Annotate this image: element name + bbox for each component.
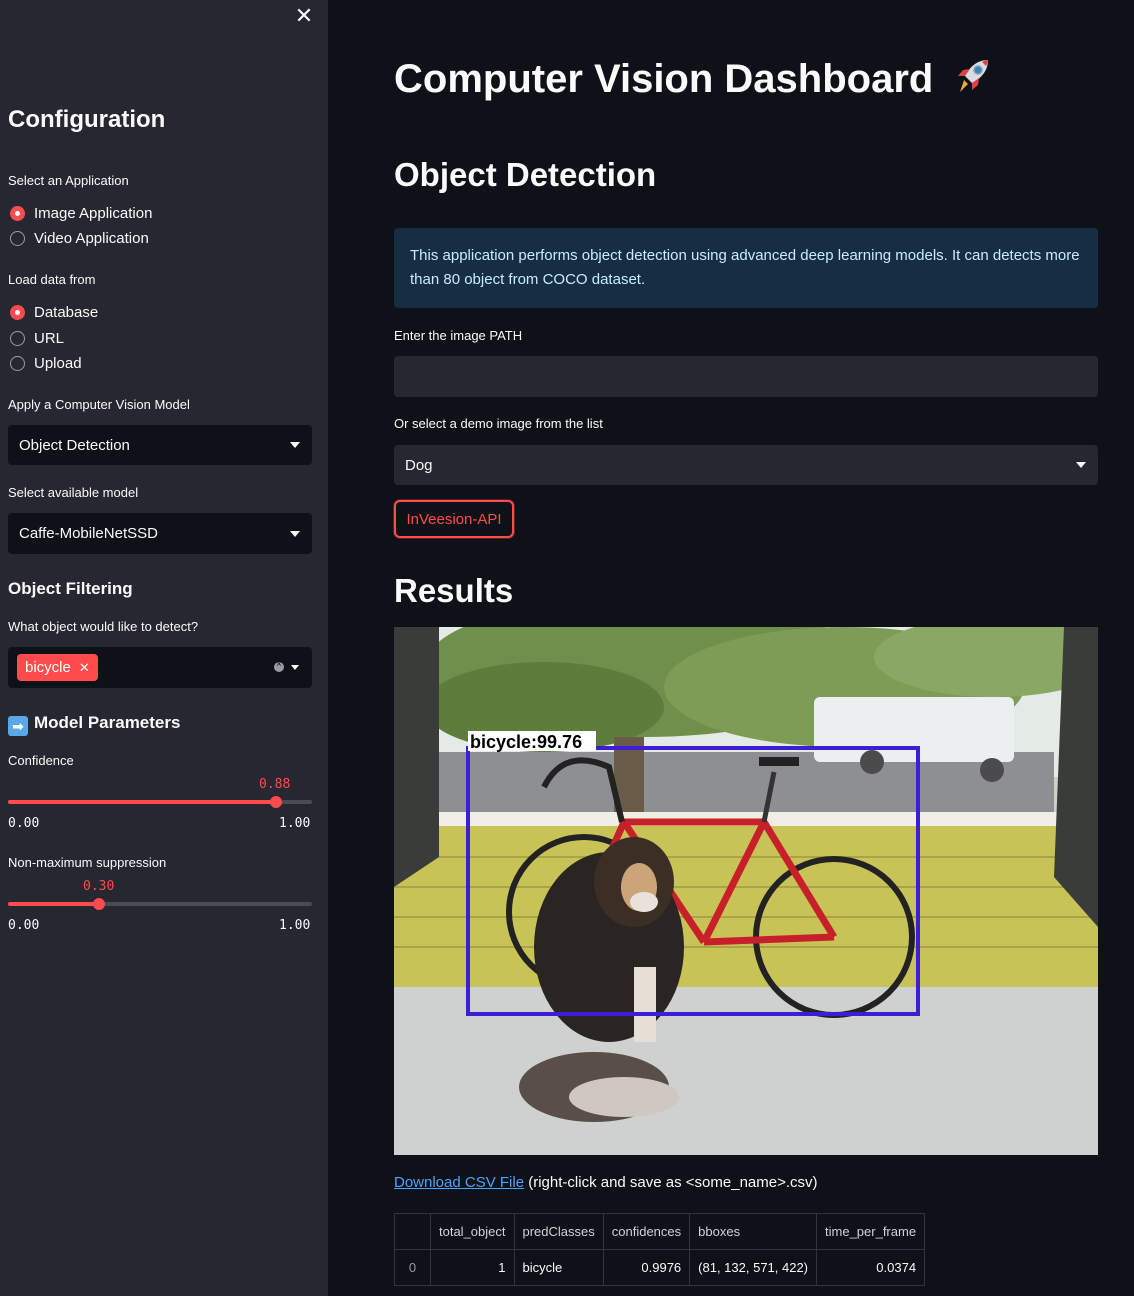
- nms-label: Non-maximum suppression: [8, 855, 167, 870]
- section-title: Object Detection: [394, 156, 657, 193]
- radio-label: URL: [34, 330, 65, 347]
- csv-download-line: Download CSV File (right-click and save …: [394, 1174, 818, 1191]
- select-value: Object Detection: [19, 436, 130, 454]
- arrow-right-icon: ➡: [8, 716, 28, 736]
- cell-bboxes: (81, 132, 571, 422): [689, 1249, 818, 1286]
- clear-all-icon[interactable]: [274, 659, 284, 672]
- chevron-down-icon: [1076, 462, 1086, 468]
- confidence-min: 0.00: [8, 816, 40, 831]
- cv-model-label: Apply a Computer Vision Model: [8, 397, 190, 412]
- nms-min: 0.00: [8, 918, 40, 933]
- info-box: This application performs object detecti…: [394, 228, 1098, 308]
- cv-model-select[interactable]: Object Detection: [8, 425, 312, 465]
- page-title: Computer Vision Dashboard: [394, 56, 992, 102]
- available-model-select[interactable]: Caffe-MobileNetSSD: [8, 513, 312, 554]
- detection-scene: bicycle:99.76: [394, 627, 1098, 1155]
- radio-unchecked-icon: [10, 231, 25, 246]
- select-value: Caffe-MobileNetSSD: [19, 525, 158, 542]
- radio-checked-icon: [10, 305, 25, 320]
- csv-hint: (right-click and save as <some_name>.csv…: [524, 1174, 818, 1191]
- radio-image-application[interactable]: Image Application: [10, 205, 152, 222]
- confidence-value: 0.88: [259, 777, 291, 792]
- cell-confidences: 0.9976: [602, 1249, 691, 1286]
- radio-label: Image Application: [34, 205, 153, 222]
- sidebar: ✕ Configuration Select an Application Im…: [0, 0, 328, 1296]
- slider-fill: [8, 800, 276, 804]
- radio-database[interactable]: Database: [10, 304, 98, 321]
- cell-time-per-frame: 0.0374: [816, 1249, 926, 1286]
- column-header[interactable]: time_per_frame: [816, 1213, 926, 1250]
- result-image: bicycle:99.76: [394, 627, 1098, 1155]
- nms-slider[interactable]: [8, 898, 312, 910]
- cell-pred-classes: bicycle: [513, 1249, 604, 1286]
- close-sidebar-icon[interactable]: ✕: [292, 4, 316, 28]
- rocket-icon: [958, 60, 989, 92]
- table-row: 0 1 bicycle 0.9976 (81, 132, 571, 422) 0…: [394, 1249, 926, 1286]
- chevron-down-icon[interactable]: [291, 665, 299, 670]
- application-label: Select an Application: [8, 173, 129, 188]
- column-header[interactable]: bboxes: [689, 1213, 818, 1250]
- results-title: Results: [394, 572, 514, 609]
- tag-bicycle: bicycle ✕: [17, 654, 98, 681]
- results-table: total_object predClasses confidences bbo…: [394, 1213, 926, 1286]
- radio-checked-icon: [10, 206, 25, 221]
- object-filtering-heading: Object Filtering: [8, 579, 133, 598]
- available-model-label: Select available model: [8, 485, 139, 500]
- select-value: Dog: [405, 456, 433, 474]
- image-path-input[interactable]: [394, 356, 1098, 397]
- load-data-label: Load data from: [8, 272, 96, 287]
- radio-upload[interactable]: Upload: [10, 355, 82, 372]
- tag-label: bicycle: [25, 659, 71, 676]
- model-parameters-heading: ➡ Model Parameters: [8, 713, 180, 736]
- confidence-max: 1.00: [279, 816, 311, 831]
- path-label: Enter the image PATH: [394, 328, 523, 343]
- confidence-slider[interactable]: [8, 796, 312, 808]
- slider-thumb[interactable]: [93, 898, 105, 910]
- download-csv-link[interactable]: Download CSV File: [394, 1174, 524, 1191]
- cell-total-object: 1: [430, 1249, 515, 1286]
- column-header[interactable]: total_object: [430, 1213, 515, 1250]
- slider-fill: [8, 902, 99, 906]
- chevron-down-icon: [290, 530, 300, 537]
- sidebar-title: Configuration: [8, 106, 166, 133]
- page-title-text: Computer Vision Dashboard: [394, 57, 934, 101]
- demo-label: Or select a demo image from the list: [394, 416, 603, 431]
- radio-video-application[interactable]: Video Application: [10, 230, 149, 247]
- heading-text: Model Parameters: [34, 713, 181, 732]
- table-header-row: total_object predClasses confidences bbo…: [394, 1213, 926, 1250]
- confidence-label: Confidence: [8, 753, 74, 768]
- column-header[interactable]: confidences: [602, 1213, 691, 1250]
- nms-value: 0.30: [83, 879, 115, 894]
- detection-label: bicycle:99.76: [470, 732, 582, 752]
- object-filter-label: What object would like to detect?: [8, 619, 199, 634]
- remove-tag-icon[interactable]: ✕: [79, 660, 90, 676]
- inveesion-api-button[interactable]: InVeesion-API: [394, 500, 514, 538]
- radio-label: Video Application: [34, 230, 149, 247]
- radio-label: Database: [34, 304, 99, 321]
- row-index: 0: [394, 1249, 431, 1286]
- chevron-down-icon: [290, 442, 300, 448]
- column-header[interactable]: [394, 1213, 431, 1250]
- demo-image-select[interactable]: Dog: [394, 445, 1098, 485]
- radio-unchecked-icon: [10, 331, 25, 346]
- radio-unchecked-icon: [10, 356, 25, 371]
- nms-max: 1.00: [279, 918, 311, 933]
- slider-thumb[interactable]: [270, 796, 282, 808]
- radio-url[interactable]: URL: [10, 330, 64, 347]
- column-header[interactable]: predClasses: [513, 1213, 604, 1250]
- radio-label: Upload: [34, 355, 82, 372]
